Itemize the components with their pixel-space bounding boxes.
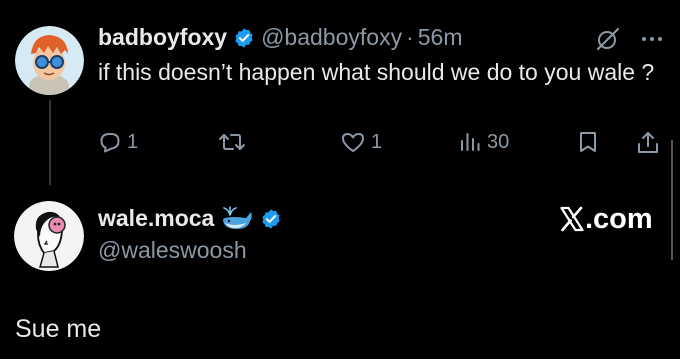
share-button[interactable] [636,130,660,156]
tweet1-text: if this doesn’t happen what should we do… [98,59,655,85]
verified-badge-icon [233,26,255,48]
avatar-badboyfoxy[interactable] [15,26,84,95]
display-name[interactable]: wale.moca [98,203,214,233]
tweet1-header: badboyfoxy @badboyfoxy · 56m [98,22,463,52]
thread-connector-line [49,100,51,185]
x-logo-icon [560,206,584,232]
views-chart-icon [461,133,480,151]
like-button[interactable]: 1 [340,130,382,154]
retweet-button[interactable] [218,130,251,154]
display-name[interactable]: badboyfoxy [98,22,227,52]
more-options-icon[interactable] [640,30,664,48]
separator-dot: · [406,24,414,50]
bookmark-icon [580,132,596,152]
grok-icon[interactable] [595,26,621,52]
share-icon [638,132,658,153]
watermark-domain: .com [585,203,653,235]
reply-icon [100,133,120,153]
like-count: 1 [371,130,383,153]
views-button[interactable]: 30 [458,130,509,154]
reply-button[interactable]: 1 [98,130,138,154]
whale-emoji-icon [220,205,254,231]
tweet2-text: Sue me [15,315,102,343]
views-count: 30 [487,130,510,153]
user-handle[interactable]: @waleswoosh [98,236,247,264]
scrollbar[interactable] [671,140,673,260]
retweet-icon [219,134,245,150]
tweet2-header: wale.moca [98,203,288,233]
avatar-wale-moca[interactable] [14,201,84,271]
heart-icon [342,133,364,152]
x-com-watermark: .com [560,203,653,235]
timestamp[interactable]: 56m [418,22,463,52]
verified-badge-icon [260,207,282,229]
bookmark-button[interactable] [577,130,599,154]
user-handle[interactable]: @badboyfoxy [261,22,402,52]
reply-count: 1 [127,130,139,153]
